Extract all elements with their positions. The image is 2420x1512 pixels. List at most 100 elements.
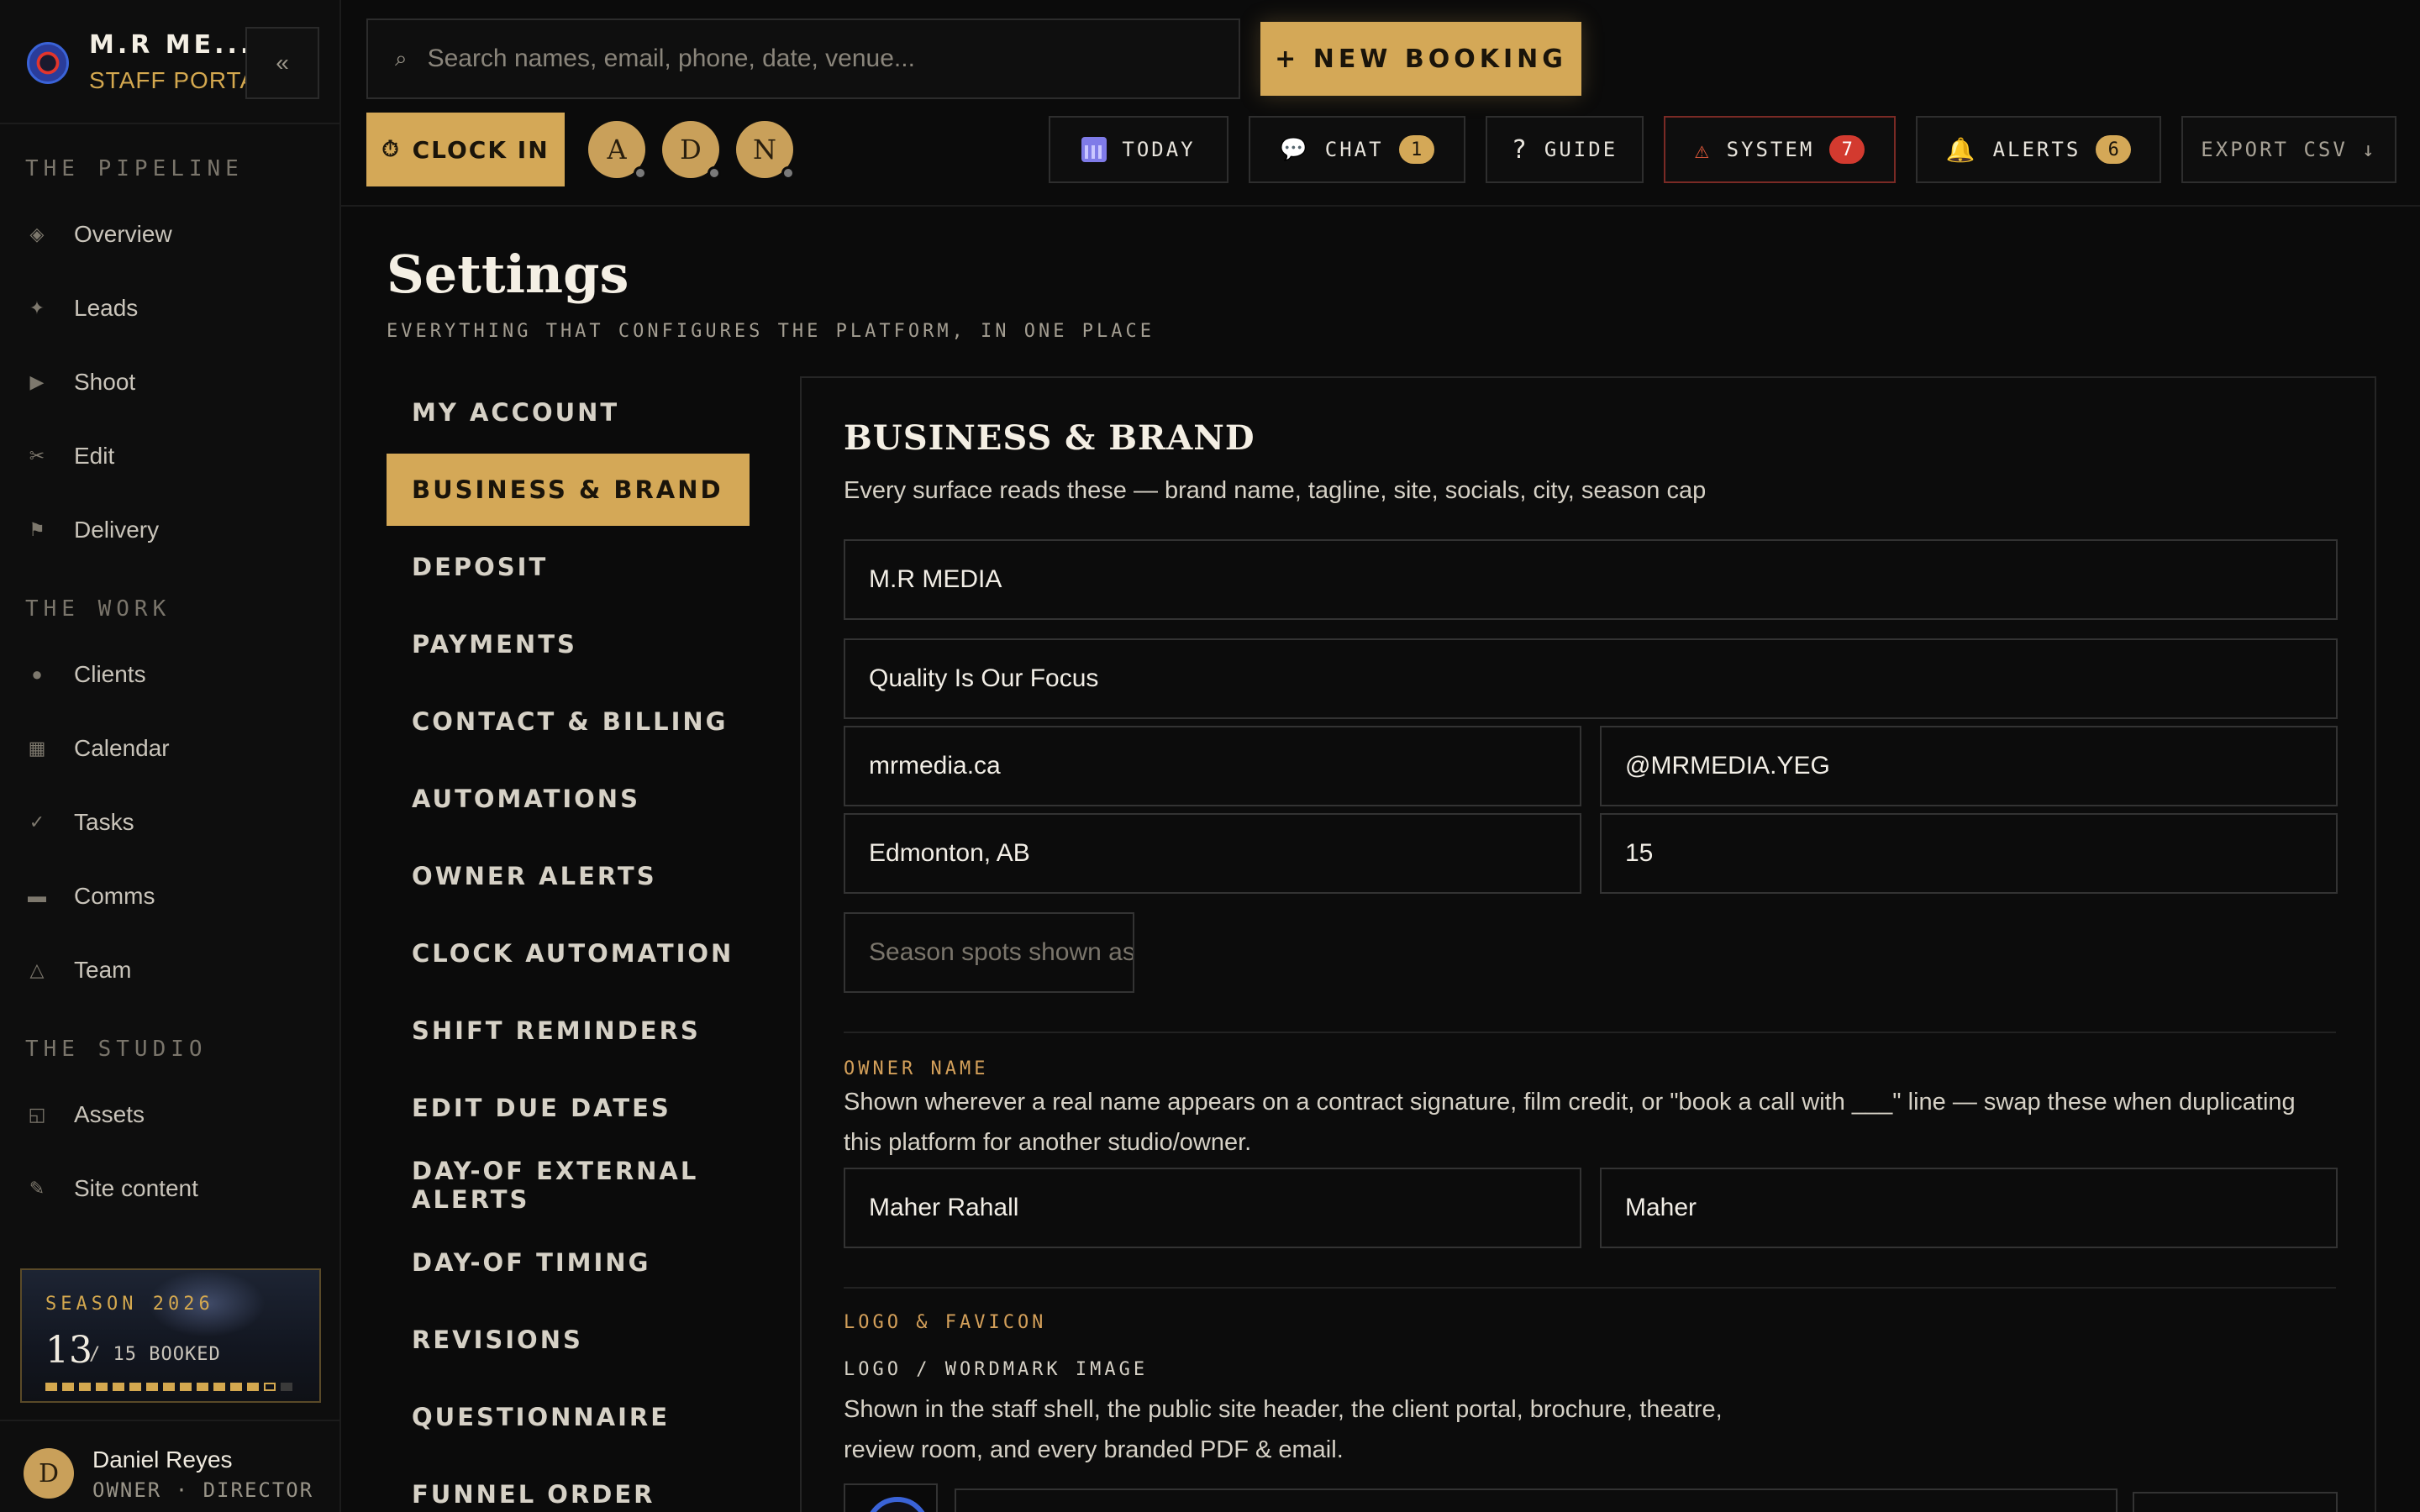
logo-favicon-label: LOGO & FAVICON	[844, 1312, 1047, 1333]
today-label: TODAY	[1122, 138, 1196, 161]
warning-icon: ⚠	[1694, 135, 1712, 164]
sidebar-item-tasks[interactable]: ✓ Tasks	[25, 801, 134, 843]
chat-bubble-icon: 💬	[1280, 137, 1310, 162]
presence-avatar-a[interactable]: A	[588, 121, 647, 180]
logo-preview	[844, 1483, 938, 1512]
season-slot	[45, 1383, 57, 1391]
sidebar-item-label: Calendar	[74, 735, 170, 761]
sidebar-item-assets[interactable]: ◱ Assets	[25, 1094, 145, 1136]
sidebar-item-team[interactable]: △ Team	[25, 949, 132, 991]
system-count-badge: 7	[1829, 135, 1865, 164]
sidebar-item-calendar[interactable]: ▦ Calendar	[25, 727, 170, 769]
system-button[interactable]: ⚠ SYSTEM 7	[1664, 116, 1896, 183]
owner-full-name-field[interactable]	[844, 1168, 1581, 1248]
settings-tab-payments[interactable]: PAYMENTS	[387, 608, 750, 680]
chat-button[interactable]: 💬 CHAT 1	[1249, 116, 1465, 183]
brand-name-field[interactable]	[844, 539, 2338, 620]
season-cap-input[interactable]	[1625, 839, 2336, 868]
new-booking-button[interactable]: + NEW BOOKING	[1260, 22, 1581, 96]
nav-section-studio: THE STUDIO	[25, 1037, 208, 1062]
sidebar-item-label: Tasks	[74, 809, 134, 835]
page-title: Settings	[387, 244, 629, 305]
season-slot	[213, 1383, 225, 1391]
settings-tab-deposit[interactable]: DEPOSIT	[387, 531, 750, 603]
presence-avatar-d[interactable]: D	[662, 121, 721, 180]
tagline-field[interactable]	[844, 638, 2338, 719]
sidebar: M.R ME... STAFF PORTAL « THE PIPELINE ◈ O…	[0, 0, 341, 1512]
sidebar-item-overview[interactable]: ◈ Overview	[25, 213, 172, 255]
logo-url-field[interactable]	[955, 1488, 2118, 1512]
settings-tab-contact-billing[interactable]: CONTACT & BILLING	[387, 685, 750, 758]
guide-button[interactable]: ? GUIDE	[1486, 116, 1644, 183]
sidebar-item-label: Overview	[74, 221, 172, 247]
settings-tab-day-of-external-alerts[interactable]: DAY-OF EXTERNAL ALERTS	[387, 1149, 750, 1221]
bell-icon: 🔔	[1945, 135, 1978, 164]
season-spots-input[interactable]	[869, 938, 1133, 967]
sidebar-item-leads[interactable]: ✦ Leads	[25, 287, 139, 329]
triangle-icon: △	[29, 959, 45, 980]
owner-name-label: OWNER NAME	[844, 1058, 989, 1079]
settings-tab-questionnaire[interactable]: QUESTIONNAIRE	[387, 1381, 750, 1453]
social-input[interactable]	[1625, 752, 2336, 780]
settings-tab-shift-reminders[interactable]: SHIFT REMINDERS	[387, 995, 750, 1067]
settings-tab-edit-due-dates[interactable]: EDIT DUE DATES	[387, 1072, 750, 1144]
sidebar-item-clients[interactable]: ● Clients	[25, 654, 145, 696]
clock-in-label: CLOCK IN	[412, 135, 550, 164]
top-header: ⌕ + NEW BOOKING ⏱ CLOCK IN A D N TODAY 💬…	[341, 0, 2420, 207]
tagline-input[interactable]	[869, 664, 2336, 693]
season-slot	[163, 1383, 175, 1391]
settings-tab-automations[interactable]: AUTOMATIONS	[387, 763, 750, 835]
owner-short-name-field[interactable]	[1600, 1168, 2338, 1248]
owner-short-name-input[interactable]	[1625, 1194, 2336, 1222]
owner-full-name-input[interactable]	[869, 1194, 1580, 1222]
brand-name-input[interactable]	[869, 565, 2336, 594]
settings-tab-funnel-order[interactable]: FUNNEL ORDER	[387, 1458, 750, 1512]
logo-upload-button[interactable]	[2133, 1492, 2338, 1512]
comms-icon: ▬	[28, 885, 46, 906]
season-slot	[113, 1383, 124, 1391]
clock-in-button[interactable]: ⏱ CLOCK IN	[366, 113, 565, 186]
owner-name-help: Shown wherever a real name appears on a …	[844, 1089, 2296, 1156]
city-field[interactable]	[844, 813, 1581, 894]
site-field[interactable]	[844, 726, 1581, 806]
season-cap-field[interactable]	[1600, 813, 2338, 894]
city-input[interactable]	[869, 839, 1580, 868]
brand-logo	[27, 42, 69, 84]
presence-avatar-n[interactable]: N	[736, 121, 795, 180]
status-dot	[708, 166, 721, 180]
settings-tab-my-account[interactable]: MY ACCOUNT	[387, 376, 750, 449]
avatar: D	[24, 1448, 74, 1499]
sidebar-item-comms[interactable]: ▬ Comms	[25, 875, 155, 917]
today-button[interactable]: TODAY	[1049, 116, 1228, 183]
pencil-icon: ✎	[29, 1178, 45, 1199]
settings-tab-revisions[interactable]: REVISIONS	[387, 1304, 750, 1376]
search-input[interactable]	[427, 45, 1184, 73]
settings-tab-business-brand[interactable]: BUSINESS & BRAND	[387, 454, 750, 526]
settings-tab-clock-automation[interactable]: CLOCK AUTOMATION	[387, 917, 750, 990]
scissors-icon: ✂	[29, 445, 45, 466]
settings-tab-owner-alerts[interactable]: OWNER ALERTS	[387, 840, 750, 912]
user-profile[interactable]: D Daniel Reyes OWNER · DIRECTOR	[0, 1420, 341, 1512]
season-spots-field[interactable]	[844, 912, 1134, 993]
social-field[interactable]	[1600, 726, 2338, 806]
brand-name: M.R ME...	[89, 30, 254, 60]
sidebar-item-site-content[interactable]: ✎ Site content	[25, 1168, 198, 1210]
brand-subtitle: STAFF PORTAL	[89, 67, 271, 93]
export-csv-button[interactable]: EXPORT CSV ↓	[2181, 116, 2396, 183]
sidebar-item-delivery[interactable]: ⚑ Delivery	[25, 509, 159, 551]
site-input[interactable]	[869, 752, 1580, 780]
sidebar-item-edit[interactable]: ✂ Edit	[25, 435, 114, 477]
brand-header: M.R ME... STAFF PORTAL «	[0, 0, 341, 124]
search-box[interactable]: ⌕	[366, 18, 1240, 99]
season-slot	[62, 1383, 74, 1391]
collapse-sidebar-button[interactable]: «	[245, 27, 319, 99]
alerts-button[interactable]: 🔔 ALERTS 6	[1916, 116, 2161, 183]
sidebar-item-shoot[interactable]: ▶ Shoot	[25, 361, 136, 403]
divider	[844, 1287, 2336, 1289]
season-slot	[264, 1383, 276, 1391]
sidebar-item-label: Shoot	[74, 369, 136, 395]
season-card[interactable]: SEASON 2026 13 / 15 BOOKED	[20, 1268, 321, 1403]
alerts-label: ALERTS	[1992, 138, 2081, 161]
system-label: SYSTEM	[1726, 138, 1815, 161]
settings-tab-day-of-timing[interactable]: DAY-OF TIMING	[387, 1226, 750, 1299]
